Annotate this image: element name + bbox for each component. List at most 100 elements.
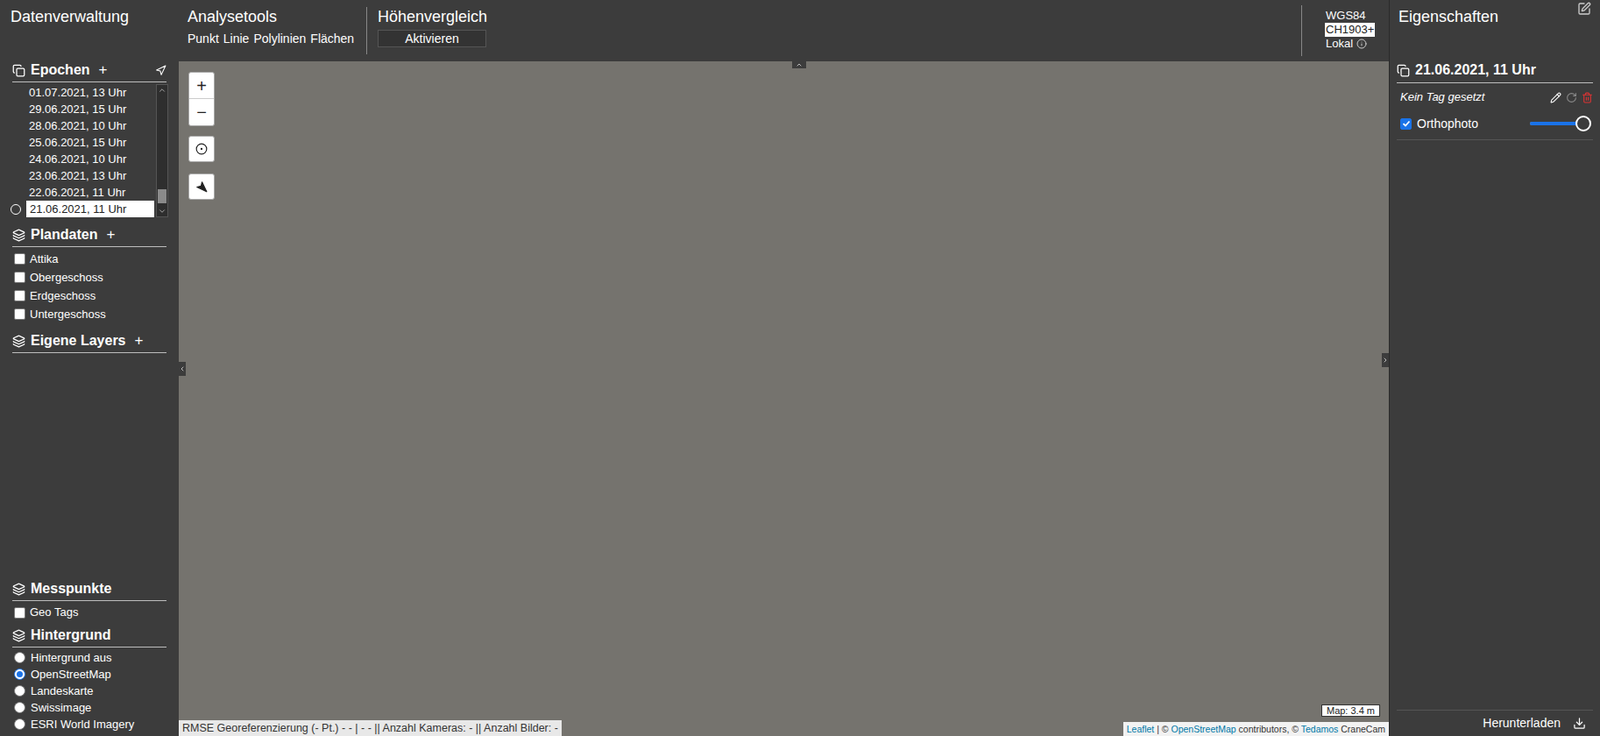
analysis-tool[interactable]: Linie [223, 31, 250, 47]
radio-button[interactable] [14, 651, 26, 664]
radio-button[interactable] [14, 718, 26, 730]
analysis-tool[interactable]: Polylinien [253, 31, 306, 47]
epoch-item[interactable]: 25.06.2021, 15 Uhr [26, 134, 155, 151]
edit-icon[interactable] [1550, 92, 1562, 104]
coordinate-system-option[interactable]: Lokal [1324, 36, 1368, 51]
selected-epoch: 21.06.2021, 11 Uhr [1415, 61, 1537, 79]
section-title: Eigene Layers [30, 332, 127, 350]
section-title: Plandaten [30, 226, 98, 244]
attribution-text: | © [1153, 723, 1171, 735]
plan-data-item[interactable]: Attika [14, 249, 165, 269]
section-title: Messpunkte [30, 580, 112, 598]
status-bar: RMSE Georeferenzierung (- Pt.) - - | - -… [178, 720, 562, 736]
info-icon[interactable] [1356, 38, 1367, 50]
selected-epoch-marker-icon [10, 204, 22, 215]
layer-row: Orthophoto [1396, 113, 1593, 135]
geo-tags-item[interactable]: Geo Tags [14, 603, 165, 622]
section-header: Epochen + [12, 61, 167, 83]
locate-icon[interactable] [155, 64, 167, 77]
attribution-link[interactable]: Leaflet [1126, 723, 1155, 735]
navigate-button[interactable] [188, 173, 215, 200]
download-icon [1572, 716, 1586, 730]
collapse-right-icon[interactable] [1381, 353, 1389, 368]
section-header: Messpunkte [12, 580, 167, 602]
map[interactable]: +− Map: 3.4 m RMSE Georeferenzierung (- Pt… [178, 61, 1389, 736]
plan-data-checkbox[interactable] [14, 271, 26, 284]
attribution-text: CraneCam [1338, 723, 1386, 735]
toolbar: AnalysetoolsPunktLiniePolylinienFlächenH… [178, 0, 1389, 62]
refresh-icon[interactable] [1565, 92, 1578, 104]
background-option[interactable]: Landeskarte [14, 682, 165, 700]
background-option[interactable]: OpenStreetMap [14, 665, 165, 683]
edit-panel-icon[interactable] [1577, 1, 1592, 16]
plan-data-checkbox[interactable] [14, 253, 26, 265]
download-button[interactable]: Herunterladen [1396, 709, 1593, 736]
orthophoto [178, 61, 1389, 736]
scroll-down-icon[interactable] [157, 206, 167, 216]
add-button[interactable]: + [134, 332, 144, 350]
background-icon [12, 629, 26, 643]
epoch-item[interactable]: 28.06.2021, 10 Uhr [26, 117, 155, 135]
epoch-item[interactable]: 23.06.2021, 13 Uhr [26, 167, 155, 185]
coordinate-system-option[interactable]: CH1903+ [1324, 22, 1375, 37]
activate-button[interactable]: Aktivieren [377, 29, 487, 48]
app: Datenverwaltung Epochen +01.07.2021, 13 Uh… [0, 0, 1600, 736]
zoom-out-button[interactable]: − [189, 99, 214, 126]
left-sidebar: Datenverwaltung Epochen +01.07.2021, 13 Uh… [0, 0, 179, 736]
analysis-tool[interactable]: Flächen [310, 31, 354, 47]
properties-panel: Eigenschaften21.06.2021, 11 UhrKein Tag … [1388, 0, 1600, 736]
height-comparison-title: Höhenvergleich [377, 7, 1291, 27]
collapse-top-icon[interactable] [792, 61, 807, 69]
section-header: Plandaten + [12, 226, 167, 248]
radio-button[interactable] [14, 685, 26, 697]
background-option[interactable]: Swissimage [14, 699, 165, 716]
zoom-control: +− [188, 71, 215, 127]
radio-button[interactable] [14, 701, 26, 714]
geo-tags-checkbox[interactable] [14, 607, 26, 619]
plan-data-icon [12, 228, 26, 242]
add-button[interactable]: + [106, 226, 115, 244]
scale-bar: Map: 3.4 m [1321, 704, 1381, 717]
epoch-item[interactable]: 24.06.2021, 10 Uhr [26, 150, 155, 168]
section-title: Hintergrund [30, 626, 112, 645]
plan-data-item[interactable]: Untergeschoss [14, 304, 165, 324]
layer-label: Orthophoto [1416, 114, 1525, 134]
attribution-link[interactable]: Tedamos [1301, 723, 1339, 735]
section-title: Epochen [30, 61, 91, 79]
epoch-item[interactable]: 29.06.2021, 15 Uhr [26, 100, 155, 118]
epoch-list: 01.07.2021, 13 Uhr29.06.2021, 15 Uhr28.0… [10, 84, 169, 218]
plan-data-item[interactable]: Erdgeschoss [14, 286, 165, 305]
own-layers-icon [12, 334, 26, 348]
opacity-slider[interactable] [1529, 114, 1592, 133]
epoch-scrollbar[interactable] [155, 84, 169, 218]
epochs-icon [12, 63, 26, 78]
section-header: Hintergrund [12, 626, 167, 648]
background-option[interactable]: Hintergrund aus [14, 649, 165, 666]
attribution: Leaflet | © OpenStreetMap contributors, … [1123, 722, 1389, 736]
scroll-up-icon[interactable] [157, 85, 167, 95]
data-management-header: Datenverwaltung [0, 0, 179, 62]
height-comparison: Höhenvergleich Aktivieren [367, 7, 1302, 55]
slider-thumb[interactable] [1575, 115, 1592, 132]
delete-icon[interactable] [1581, 92, 1593, 104]
collapse-left-icon[interactable] [178, 361, 186, 376]
layer-checkbox[interactable] [1400, 118, 1412, 130]
epoch-item[interactable]: 01.07.2021, 13 Uhr [26, 84, 155, 101]
analysis-tools: AnalysetoolsPunktLiniePolylinienFlächen [178, 7, 368, 55]
analysis-tool[interactable]: Punkt [187, 31, 220, 47]
plan-data-checkbox[interactable] [14, 308, 26, 320]
center-button[interactable] [188, 135, 215, 163]
epoch-item[interactable]: 21.06.2021, 11 Uhr [26, 200, 155, 218]
plan-data-item[interactable]: Obergeschoss [14, 268, 165, 287]
coordinate-system-option[interactable]: WGS84 [1324, 8, 1367, 23]
check-icon [1401, 119, 1411, 128]
attribution-link[interactable]: OpenStreetMap [1170, 723, 1236, 735]
scroll-thumb[interactable] [157, 189, 167, 204]
add-button[interactable]: + [99, 61, 108, 79]
background-option[interactable]: ESRI World Imagery [14, 715, 165, 733]
plan-data-checkbox[interactable] [14, 290, 26, 302]
epoch-item[interactable]: 22.06.2021, 11 Uhr [26, 184, 155, 201]
radio-button[interactable] [14, 668, 26, 680]
data-management-title: Datenverwaltung [10, 7, 129, 26]
zoom-in-button[interactable]: + [189, 72, 214, 100]
